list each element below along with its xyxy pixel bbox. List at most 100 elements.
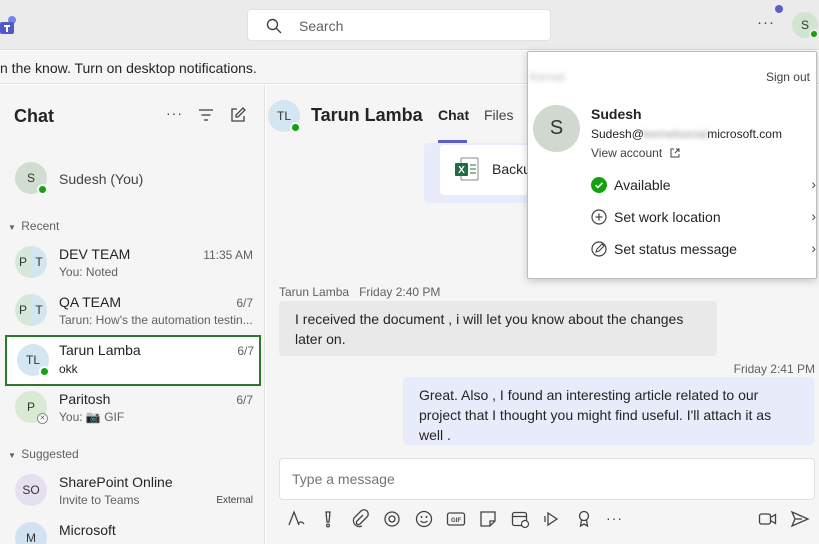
available-status-icon bbox=[290, 122, 301, 133]
message-composer[interactable] bbox=[279, 458, 815, 500]
available-status-icon bbox=[39, 366, 50, 377]
format-icon[interactable] bbox=[286, 509, 306, 529]
chat-time: 6/7 bbox=[236, 393, 253, 407]
praise-icon[interactable] bbox=[574, 509, 594, 529]
chevron-right-icon: › bbox=[811, 176, 816, 192]
avatar: P ✕ bbox=[15, 391, 48, 424]
offline-status-icon: ✕ bbox=[37, 413, 48, 424]
chat-sidebar: Chat ··· S Sudesh (You) ▼ Recent P T DEV… bbox=[0, 85, 265, 544]
chat-preview: Invite to Teams bbox=[59, 493, 140, 507]
message-input[interactable] bbox=[292, 471, 792, 487]
avatar: P T bbox=[15, 246, 47, 278]
profile-email: Sudesh@kernelsocialmicrosoft.com bbox=[591, 127, 782, 141]
new-chat-icon[interactable] bbox=[230, 107, 246, 123]
message-sender: Tarun Lamba bbox=[279, 285, 350, 299]
profile-name: Sudesh bbox=[591, 106, 642, 122]
sticker-icon[interactable] bbox=[478, 509, 498, 529]
sidebar-title: Chat bbox=[14, 106, 54, 126]
list-item-selected[interactable]: TL Tarun Lamba 6/7 okk bbox=[5, 335, 261, 386]
chat-name: Tarun Lamba bbox=[59, 342, 141, 358]
recent-section-header[interactable]: ▼ Recent bbox=[8, 219, 59, 233]
tab-files[interactable]: Files bbox=[484, 107, 514, 123]
contact-name[interactable]: Tarun Lamba bbox=[311, 105, 423, 126]
list-item[interactable]: S Sudesh (You) bbox=[0, 158, 265, 198]
chat-name: Paritosh bbox=[59, 391, 111, 407]
view-account-link[interactable]: View account bbox=[591, 146, 680, 160]
chat-time: 6/7 bbox=[237, 344, 254, 358]
set-status-message-item[interactable]: Set status message › bbox=[588, 238, 816, 262]
teams-logo-icon[interactable] bbox=[0, 14, 18, 36]
video-clip-icon[interactable] bbox=[758, 509, 778, 529]
svg-text:X: X bbox=[458, 165, 465, 176]
title-bar: Search ··· S bbox=[0, 0, 819, 50]
message-time: Friday 2:40 PM bbox=[359, 285, 441, 299]
set-work-location-item[interactable]: Set work location › bbox=[588, 206, 816, 230]
attach-icon[interactable] bbox=[350, 509, 370, 529]
message-time: Friday 2:41 PM bbox=[733, 362, 815, 376]
important-icon[interactable] bbox=[318, 509, 338, 529]
sign-out-link[interactable]: Sign out bbox=[766, 70, 810, 84]
status-message-icon bbox=[591, 241, 607, 257]
stream-icon[interactable] bbox=[542, 509, 562, 529]
available-check-icon bbox=[591, 177, 607, 193]
list-item[interactable]: M Microsoft bbox=[0, 516, 265, 544]
chevron-down-icon: ▼ bbox=[8, 223, 16, 232]
contact-name: Sudesh (You) bbox=[59, 171, 144, 187]
excel-file-icon: X bbox=[454, 156, 480, 182]
status-available-item[interactable]: Available › bbox=[588, 174, 816, 198]
chevron-down-icon: ▼ bbox=[8, 451, 16, 460]
avatar: S bbox=[15, 162, 48, 195]
schedule-meeting-icon[interactable] bbox=[510, 509, 530, 529]
available-status-icon bbox=[37, 184, 48, 195]
search-placeholder[interactable]: Search bbox=[299, 18, 343, 34]
search-box[interactable]: Search bbox=[247, 9, 551, 41]
status-message-label: Set status message bbox=[614, 241, 737, 257]
list-item[interactable]: SO SharePoint Online Invite to Teams Ext… bbox=[0, 468, 265, 514]
chat-name: QA TEAM bbox=[59, 294, 121, 310]
avatar: TL bbox=[17, 344, 50, 377]
redacted-text: kernelsocial bbox=[643, 127, 708, 141]
chat-name: Microsoft bbox=[59, 522, 116, 538]
list-item[interactable]: P ✕ Paritosh 6/7 You: 📷 GIF bbox=[0, 385, 265, 431]
sidebar-more-icon[interactable]: ··· bbox=[166, 105, 183, 121]
message-bubble-received[interactable]: I received the document , i will let you… bbox=[279, 301, 717, 356]
chat-time: 11:35 AM bbox=[203, 248, 253, 262]
svg-text:GIF: GIF bbox=[451, 518, 461, 524]
chat-preview: Tarun: How's the automation testin... bbox=[59, 313, 253, 327]
notification-text[interactable]: n the know. Turn on desktop notification… bbox=[0, 60, 257, 76]
file-name: Backu bbox=[492, 161, 531, 177]
chat-time: 6/7 bbox=[236, 296, 253, 310]
message-bubble-sent[interactable]: Great. Also , I found an interesting art… bbox=[403, 377, 814, 445]
external-link-icon bbox=[670, 148, 680, 158]
more-options-icon[interactable]: ··· bbox=[757, 14, 775, 31]
organization-name: Kernel bbox=[530, 70, 565, 84]
list-item[interactable]: P T QA TEAM 6/7 Tarun: How's the automat… bbox=[0, 288, 265, 334]
filter-icon[interactable] bbox=[198, 107, 214, 123]
external-badge: External bbox=[216, 495, 253, 506]
message-meta: Tarun Lamba Friday 2:40 PM bbox=[279, 285, 440, 299]
status-label: Available bbox=[614, 177, 671, 193]
avatar[interactable]: S bbox=[533, 105, 580, 152]
profile-flyout: Kernel Sign out S Sudesh Sudesh@kernelso… bbox=[527, 51, 817, 279]
chat-name: DEV TEAM bbox=[59, 246, 131, 262]
chat-name: SharePoint Online bbox=[59, 474, 173, 490]
chat-preview: okk bbox=[59, 362, 78, 376]
avatar: M bbox=[15, 522, 47, 544]
notification-dot bbox=[775, 5, 783, 13]
suggested-section-header[interactable]: ▼ Suggested bbox=[8, 447, 79, 461]
chevron-right-icon: › bbox=[811, 240, 816, 256]
work-location-label: Set work location bbox=[614, 209, 721, 225]
chat-preview: You: Noted bbox=[59, 265, 118, 279]
loop-icon[interactable] bbox=[382, 509, 402, 529]
chat-preview: You: 📷 GIF bbox=[59, 410, 125, 424]
list-item[interactable]: P T DEV TEAM 11:35 AM You: Noted bbox=[0, 240, 265, 286]
tab-chat[interactable]: Chat bbox=[438, 107, 469, 123]
more-actions-icon[interactable]: ··· bbox=[606, 510, 626, 530]
send-icon[interactable] bbox=[790, 509, 810, 529]
emoji-icon[interactable] bbox=[414, 509, 434, 529]
avatar: SO bbox=[15, 474, 47, 506]
chevron-right-icon: › bbox=[811, 208, 816, 224]
search-icon bbox=[266, 18, 282, 34]
avatar: P T bbox=[15, 294, 47, 326]
gif-icon[interactable]: GIF bbox=[446, 509, 466, 529]
